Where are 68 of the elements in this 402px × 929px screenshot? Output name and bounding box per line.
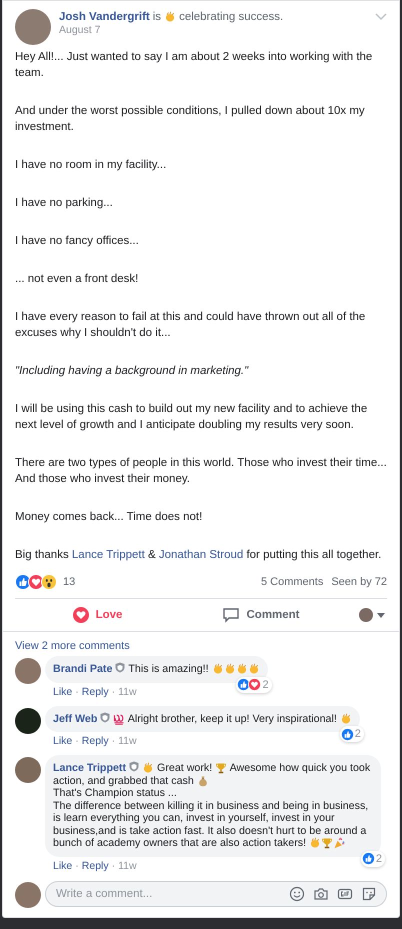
separator-dot: · [112, 735, 116, 747]
commenter-name[interactable]: Jeff Web [53, 712, 98, 724]
emoji-smiley-icon[interactable] [289, 886, 305, 902]
separator-dot: · [112, 860, 116, 872]
wow-reaction-icon [41, 574, 57, 590]
post-paragraph: And under the worst possible conditions, I pulled down about 10x my investment. [15, 104, 366, 135]
clap-icon [224, 663, 236, 675]
post-paragraph: "Including having a background in marketing." [15, 364, 250, 379]
like-link[interactable]: Like [53, 686, 72, 698]
comment-text: Lance Trippett Great work! Awesome how quick you took action, and grabbed that cash That's Champion status ... The difference between killing it in business and being in business, is learn everything you can, invest in yourself, invest in your business,and is take action fast. It also doesn't hurt to be around a bunch of academy owners that are also action takers! [53, 761, 372, 850]
post-paragraph: I have no room in my facility... [15, 158, 168, 173]
clap-icon [142, 762, 154, 774]
clap-icon [236, 663, 248, 675]
speech-bubble-icon [222, 606, 240, 624]
like-reaction-icon [362, 852, 375, 865]
shield-badge-icon [115, 662, 126, 673]
clap-icon [309, 837, 322, 849]
camera-icon[interactable] [313, 886, 329, 902]
mention-link[interactable]: Jonathan Stroud [158, 549, 244, 561]
seen-count: Seen by 72 [331, 576, 387, 588]
caret-icon [377, 612, 385, 618]
activity-text: celebrating success. [179, 11, 284, 23]
trophy-icon [321, 837, 334, 849]
post-paragraph: Big thanks Lance Trippett & Jonathan Stroud for putting this all together. [15, 548, 382, 563]
sticker-icon[interactable] [361, 886, 377, 902]
post-paragraph: I have no fancy offices... [15, 234, 140, 249]
like-reaction-icon [340, 728, 354, 740]
separator-dot: · [112, 686, 116, 698]
commenter-name[interactable]: Brandi Pate [53, 663, 112, 675]
post-paragraph: I have every reason to fail at this and could have thrown out all of the excuses why I shouldn't do it... [15, 310, 366, 341]
like-link[interactable]: Like [53, 860, 72, 872]
author-name[interactable]: Josh Vandergrift [59, 11, 150, 23]
comment-input[interactable]: Write a comment... [45, 880, 387, 906]
shield-badge-icon [129, 761, 140, 772]
post-paragraph: Money comes back... Time does not! [15, 510, 204, 525]
post-paragraph: ... not even a front desk! [15, 272, 140, 287]
post-paragraph: Hey All!... Just wanted to say I am about 2 weeks into working with the team. [15, 50, 374, 81]
avatar[interactable] [15, 9, 51, 45]
clap-icon [164, 11, 176, 23]
reply-link[interactable]: Reply [82, 686, 109, 698]
separator-dot: · [75, 735, 79, 747]
status-text: is [152, 11, 162, 23]
hundred-points-icon [113, 712, 126, 724]
comment-text: Jeff Web Alright brother, keep it up! Very inspirational! [53, 712, 352, 725]
mention-link[interactable]: Lance Trippett [72, 549, 145, 561]
separator-dot: · [75, 860, 79, 872]
user-avatar [15, 882, 41, 908]
view-more-comments-link[interactable]: View 2 more comments [15, 640, 387, 652]
post-paragraph: There are two types of people in this world. Those who invest their time... And those who invest their money. [15, 456, 387, 487]
comment-text: Brandi Pate This is amazing!! [53, 662, 260, 676]
post-paragraph: I will be using this cash to build out my new facility and to achieve the next level of growth and I anticipate doubling my results very soon. [15, 402, 368, 433]
commenter-name[interactable]: Lance Trippett [53, 762, 126, 774]
reply-link[interactable]: Reply [82, 860, 109, 872]
like-link[interactable]: Like [53, 735, 72, 747]
separator-dot: · [75, 686, 79, 698]
post-paragraph: I have no parking... [15, 196, 114, 211]
love-reaction-icon [248, 678, 262, 691]
commenter-avatar[interactable] [15, 708, 41, 734]
comments-count[interactable]: 5 Comments [260, 576, 324, 588]
party-popper-icon [333, 837, 346, 849]
trophy-icon [215, 762, 228, 774]
clap-icon [248, 663, 260, 675]
reaction-count[interactable]: 13 [63, 576, 76, 588]
shield-badge-icon [100, 712, 110, 722]
money-bag-icon [196, 774, 209, 786]
clap-icon [340, 712, 352, 724]
clap-icon [212, 663, 224, 675]
reply-link[interactable]: Reply [82, 735, 109, 747]
